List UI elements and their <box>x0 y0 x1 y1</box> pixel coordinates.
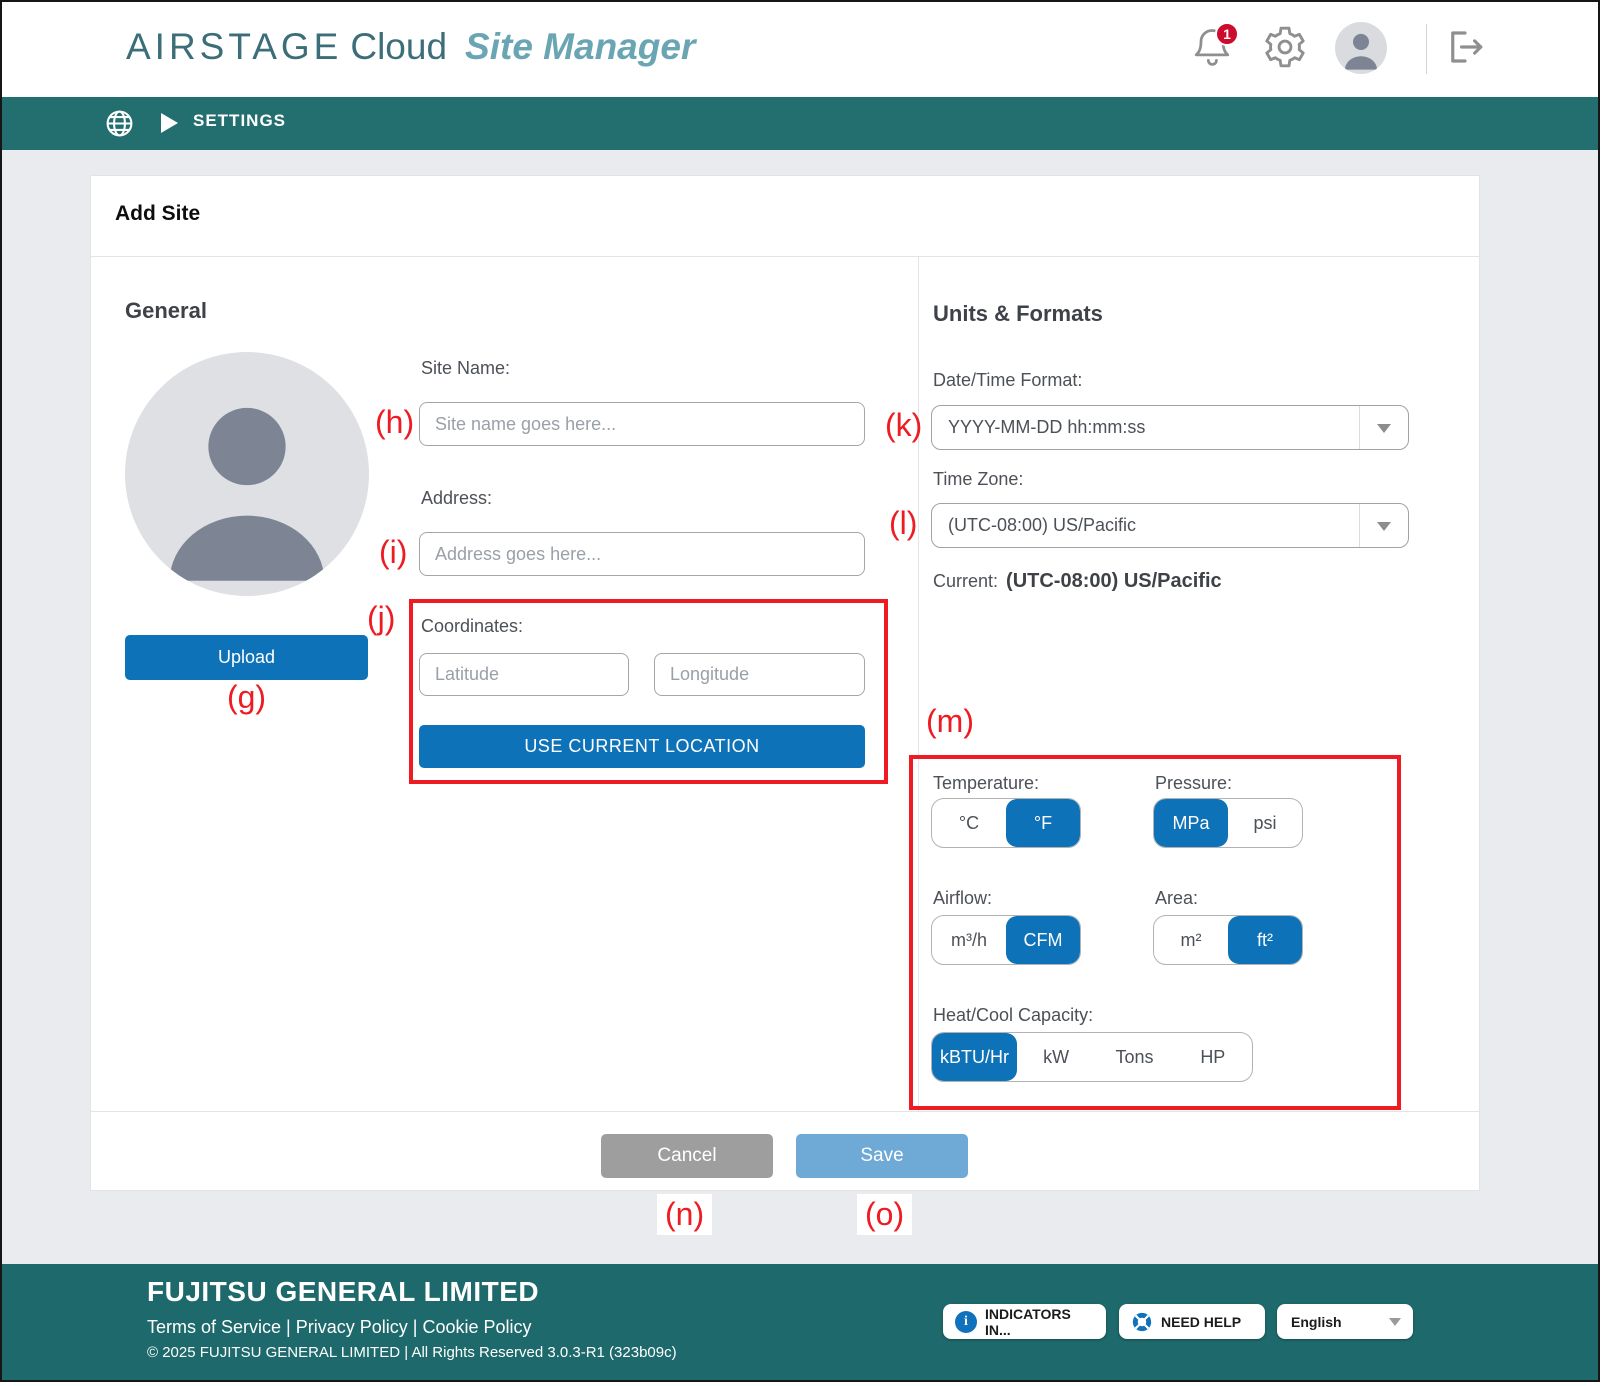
footer-link[interactable]: Terms of Service <box>147 1317 281 1337</box>
address-label: Address: <box>421 488 492 509</box>
toggle-option[interactable]: °C <box>932 799 1006 847</box>
timezone-label: Time Zone: <box>933 469 1023 490</box>
datetime-format-value: YYYY-MM-DD hh:mm:ss <box>932 406 1359 449</box>
footer-link[interactable]: Privacy Policy <box>296 1317 408 1337</box>
need-help-label: NEED HELP <box>1161 1314 1241 1330</box>
toggle-option[interactable]: °F <box>1006 799 1080 847</box>
airflow-label: Airflow: <box>933 888 992 909</box>
pressure-toggle: MPapsi <box>1153 798 1303 848</box>
footer-company: FUJITSU GENERAL LIMITED <box>147 1276 539 1308</box>
person-icon <box>125 583 369 596</box>
toggle-option[interactable]: ft² <box>1228 916 1302 964</box>
language-dropdown[interactable]: English <box>1277 1304 1413 1339</box>
logo-cloud: Cloud <box>350 26 447 67</box>
heat-cool-capacity-label: Heat/Cool Capacity: <box>933 1005 1093 1026</box>
need-help-button[interactable]: NEED HELP <box>1119 1304 1265 1339</box>
annotation-l: (l) <box>889 505 917 542</box>
notification-badge: 1 <box>1215 22 1239 46</box>
address-input[interactable] <box>419 532 865 576</box>
annotation-g: (g) <box>125 679 368 716</box>
indicators-info-button[interactable]: i INDICATORS IN... <box>943 1304 1106 1339</box>
area-toggle: m²ft² <box>1153 915 1303 965</box>
logout-button[interactable] <box>1440 24 1490 74</box>
language-value: English <box>1277 1314 1377 1330</box>
breadcrumb-settings[interactable]: SETTINGS <box>193 111 286 131</box>
chevron-down-icon <box>1377 1311 1413 1332</box>
area-label: Area: <box>1155 888 1198 909</box>
gear-icon <box>1262 24 1308 75</box>
latitude-input[interactable] <box>419 653 629 696</box>
logo-airstage: AIRSTAGE <box>126 26 342 67</box>
datetime-format-dropdown[interactable]: YYYY-MM-DD hh:mm:ss <box>931 405 1409 450</box>
footer-copyright: © 2025 FUJITSU GENERAL LIMITED | All Rig… <box>147 1344 677 1361</box>
help-lifesaver-icon <box>1131 1311 1153 1333</box>
app-header: AIRSTAGECloud Site Manager 1 <box>2 2 1598 97</box>
cancel-button[interactable]: Cancel <box>601 1134 773 1178</box>
app-footer: FUJITSU GENERAL LIMITED Terms of Service… <box>2 1264 1598 1382</box>
general-heading: General <box>125 298 207 324</box>
footer-link-separator: | <box>408 1317 423 1337</box>
longitude-input[interactable] <box>654 653 865 696</box>
upload-button[interactable]: Upload <box>125 635 368 680</box>
page-title: Add Site <box>115 202 200 226</box>
logo-site-manager: Site Manager <box>465 26 695 67</box>
footer-links: Terms of Service | Privacy Policy | Cook… <box>147 1317 532 1338</box>
app-window: AIRSTAGECloud Site Manager 1 <box>0 0 1600 1382</box>
site-name-input[interactable] <box>419 402 865 446</box>
actions-divider <box>91 1111 1479 1112</box>
footer-link[interactable]: Cookie Policy <box>422 1317 531 1337</box>
timezone-value: (UTC-08:00) US/Pacific <box>932 504 1359 547</box>
coordinates-label: Coordinates: <box>421 616 523 637</box>
current-timezone: Current: (UTC-08:00) US/Pacific <box>933 570 1222 593</box>
person-icon <box>1335 61 1387 74</box>
globe-icon[interactable] <box>104 108 135 139</box>
current-timezone-value: (UTC-08:00) US/Pacific <box>1006 570 1222 592</box>
temperature-toggle: °C°F <box>931 798 1081 848</box>
settings-button[interactable] <box>1260 24 1310 74</box>
add-site-card: Add Site General Upload (g) Site Name: (… <box>90 175 1480 1191</box>
toggle-option[interactable]: MPa <box>1154 799 1228 847</box>
timezone-dropdown[interactable]: (UTC-08:00) US/Pacific <box>931 503 1409 548</box>
site-name-label: Site Name: <box>421 358 510 379</box>
annotation-m: (m) <box>926 703 974 740</box>
airflow-toggle: m³/hCFM <box>931 915 1081 965</box>
app-logo: AIRSTAGECloud Site Manager <box>126 26 695 68</box>
chevron-down-icon <box>1359 406 1408 449</box>
toggle-option[interactable]: kBTU/Hr <box>932 1033 1017 1081</box>
site-image-placeholder <box>125 352 369 596</box>
save-button[interactable]: Save <box>796 1134 968 1178</box>
units-formats-heading: Units & Formats <box>933 301 1103 327</box>
user-avatar[interactable] <box>1335 22 1387 74</box>
toggle-option[interactable]: m² <box>1154 916 1228 964</box>
toggle-option[interactable]: CFM <box>1006 916 1080 964</box>
info-icon: i <box>955 1311 977 1333</box>
chevron-down-icon <box>1359 504 1408 547</box>
annotation-k: (k) <box>885 407 922 444</box>
annotation-n: (n) <box>657 1194 712 1235</box>
current-timezone-label: Current: <box>933 571 998 591</box>
indicators-label: INDICATORS IN... <box>985 1306 1094 1338</box>
toggle-option[interactable]: kW <box>1017 1033 1095 1081</box>
annotation-o: (o) <box>857 1194 912 1235</box>
breadcrumb-bar: SETTINGS <box>2 97 1598 150</box>
toggle-option[interactable]: Tons <box>1095 1033 1173 1081</box>
heat-cool-capacity-toggle: kBTU/HrkWTonsHP <box>931 1032 1253 1082</box>
pressure-label: Pressure: <box>1155 773 1232 794</box>
temperature-label: Temperature: <box>933 773 1039 794</box>
title-divider <box>91 256 1479 257</box>
header-divider <box>1426 24 1427 74</box>
use-current-location-button[interactable]: USE CURRENT LOCATION <box>419 725 865 768</box>
toggle-option[interactable]: m³/h <box>932 916 1006 964</box>
datetime-format-label: Date/Time Format: <box>933 370 1082 391</box>
logout-icon <box>1444 26 1486 73</box>
breadcrumb-arrow-icon <box>161 113 178 133</box>
annotation-i: (i) <box>379 534 407 571</box>
annotation-h: (h) <box>375 404 414 441</box>
footer-link-separator: | <box>281 1317 296 1337</box>
toggle-option[interactable]: psi <box>1228 799 1302 847</box>
toggle-option[interactable]: HP <box>1174 1033 1252 1081</box>
annotation-j: (j) <box>367 600 395 637</box>
